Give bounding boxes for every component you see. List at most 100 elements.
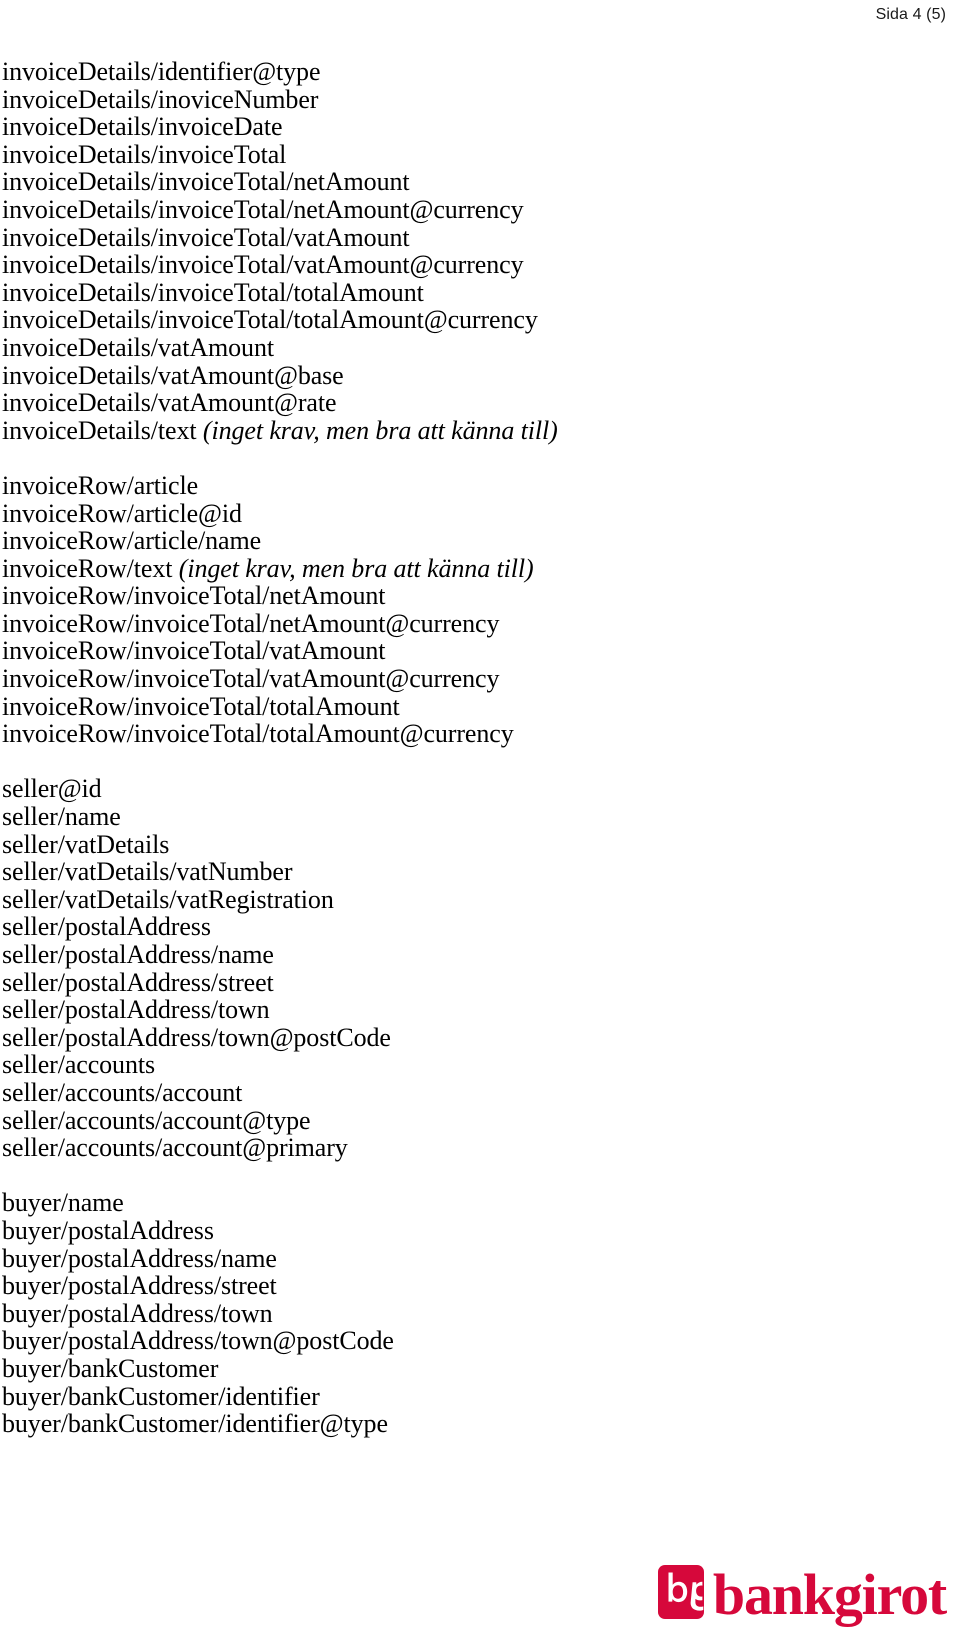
path-text: seller/accounts/account [2, 1077, 243, 1107]
path-line: invoiceRow/article@id [2, 498, 950, 528]
path-text: invoiceDetails/invoiceTotal/netAmount [2, 167, 410, 197]
path-text: invoiceRow/article [2, 470, 199, 500]
path-line: buyer/bankCustomer/identifier [2, 1381, 950, 1411]
path-text: invoiceRow/article@id [2, 498, 242, 528]
path-text: invoiceRow/invoiceTotal/netAmount [2, 581, 386, 611]
path-line: invoiceDetails/invoiceTotal/vatAmount [2, 222, 950, 252]
path-text: invoiceRow/invoiceTotal/vatAmount@curren… [2, 664, 500, 694]
path-group-invoice-row: invoiceRow/article invoiceRow/article@id i… [2, 472, 950, 748]
path-line: invoiceRow/invoiceTotal/vatAmount@curren… [2, 665, 950, 693]
path-line: seller/accounts/account@type [2, 1105, 950, 1135]
path-text: buyer/bankCustomer/identifier@type [2, 1409, 388, 1439]
path-text: invoiceDetails/invoiceTotal [2, 139, 287, 169]
path-line: invoiceRow/text (inget krav, men bra att… [2, 553, 950, 583]
path-text: buyer/name [2, 1188, 124, 1218]
path-line: seller/postalAddress/town@postCode [2, 1022, 950, 1052]
path-text: buyer/bankCustomer/identifier [2, 1381, 320, 1411]
path-text: invoiceDetails/identifier@type [2, 57, 321, 86]
path-line: invoiceRow/invoiceTotal/netAmount@curren… [2, 610, 950, 638]
path-line: seller/vatDetails [2, 829, 950, 859]
path-line: invoiceDetails/invoiceTotal/totalAmount [2, 277, 950, 307]
path-text: seller/postalAddress/street [2, 967, 274, 997]
path-text: buyer/postalAddress/street [2, 1271, 277, 1301]
path-text: invoiceDetails/inoviceNumber [2, 84, 319, 114]
path-text: seller/accounts [2, 1050, 155, 1080]
path-line: seller/accounts/account [2, 1079, 950, 1107]
path-line: invoiceDetails/invoiceTotal/vatAmount@cu… [2, 251, 950, 279]
path-line: seller/vatDetails/vatNumber [2, 858, 950, 886]
path-line: seller/vatDetails/vatRegistration [2, 886, 950, 914]
path-line: invoiceDetails/vatAmount@rate [2, 389, 950, 417]
bankgirot-wordmark: bankgirot [712, 1562, 947, 1627]
path-line: invoiceDetails/invoiceDate [2, 113, 950, 141]
path-text: buyer/bankCustomer [2, 1353, 219, 1383]
path-text: buyer/postalAddress/name [2, 1243, 277, 1273]
path-text: buyer/postalAddress/town [2, 1298, 273, 1328]
path-text: invoiceDetails/invoiceTotal/netAmount@cu… [2, 194, 524, 224]
path-text: invoiceDetails/invoiceTotal/vatAmount [2, 222, 410, 252]
path-line: invoiceDetails/vatAmount@base [2, 361, 950, 390]
path-line: invoiceRow/invoiceTotal/totalAmount [2, 691, 950, 721]
path-text: invoiceRow/invoiceTotal/totalAmount@curr… [2, 719, 514, 749]
path-line: seller/postalAddress/street [2, 967, 950, 997]
path-text: seller/accounts/account@type [2, 1105, 311, 1135]
path-line: invoiceRow/article/name [2, 527, 950, 555]
path-text: invoiceRow/invoiceTotal/totalAmount [2, 691, 400, 721]
xml-path-listing: invoiceDetails/identifier@type invoiceDet… [2, 58, 950, 1438]
path-text: invoiceRow/text [2, 553, 179, 583]
path-line: buyer/postalAddress/town [2, 1298, 950, 1328]
page-header: Sida 4 (5) [0, 0, 960, 34]
path-text: seller@id [2, 774, 102, 804]
path-text: buyer/postalAddress [2, 1215, 214, 1245]
path-line: buyer/postalAddress [2, 1217, 950, 1245]
path-text: seller/postalAddress/name [2, 940, 274, 969]
path-text: invoiceDetails/vatAmount@rate [2, 388, 337, 418]
path-line: buyer/postalAddress/street [2, 1272, 950, 1300]
path-text: seller/accounts/account@primary [2, 1133, 348, 1163]
path-group-buyer: buyer/name buyer/postalAddress buyer/posta… [2, 1189, 950, 1437]
path-text: seller/vatDetails [2, 829, 170, 859]
path-line: invoiceDetails/inoviceNumber [2, 84, 950, 114]
path-line: buyer/postalAddress/name [2, 1243, 950, 1273]
path-text: invoiceRow/invoiceTotal/netAmount@curren… [2, 608, 500, 638]
path-line: invoiceRow/article [2, 472, 950, 500]
path-line: seller/postalAddress/name [2, 941, 950, 969]
path-text: seller/postalAddress/town@postCode [2, 1022, 391, 1052]
path-line: invoiceDetails/invoiceTotal/totalAmount@… [2, 306, 950, 334]
path-line: invoiceDetails/invoiceTotal [2, 139, 950, 169]
path-line: seller/postalAddress [2, 913, 950, 941]
page-footer: bankgirot [0, 1509, 960, 1639]
path-line: seller@id [2, 775, 950, 803]
path-line: invoiceDetails/identifier@type [2, 58, 950, 86]
path-line: invoiceRow/invoiceTotal/netAmount [2, 582, 950, 610]
path-group-seller: seller@id seller/name seller/vatDetails sel… [2, 775, 950, 1161]
path-text: invoiceRow/invoiceTotal/vatAmount [2, 636, 386, 666]
path-text: invoiceRow/article/name [2, 526, 262, 556]
path-line: buyer/name [2, 1189, 950, 1217]
path-text: buyer/postalAddress/town@postCode [2, 1326, 394, 1356]
path-group-invoice-details: invoiceDetails/identifier@type invoiceDet… [2, 58, 950, 444]
path-line: seller/name [2, 803, 950, 831]
page-number: Sida 4 (5) [875, 6, 946, 23]
path-text: seller/postalAddress [2, 912, 211, 942]
path-text: seller/vatDetails/vatNumber [2, 857, 293, 887]
path-line: invoiceDetails/text (inget krav, men bra… [2, 415, 950, 445]
path-line: seller/accounts/account@primary [2, 1134, 950, 1162]
path-text: invoiceDetails/vatAmount [2, 332, 274, 362]
path-line: buyer/bankCustomer [2, 1355, 950, 1383]
path-line: invoiceDetails/vatAmount [2, 334, 950, 362]
bankgirot-bg-monogram-icon [657, 1565, 704, 1619]
path-line: buyer/bankCustomer/identifier@type [2, 1410, 950, 1438]
path-text: invoiceDetails/invoiceTotal/totalAmount [2, 277, 424, 307]
path-line: invoiceRow/invoiceTotal/vatAmount [2, 637, 950, 665]
path-note: (inget krav, men bra att känna till) [202, 415, 558, 445]
path-text: seller/name [2, 802, 121, 832]
path-text: invoiceDetails/invoiceTotal/totalAmount@… [2, 305, 538, 335]
bankgirot-logo: bankgirot [657, 1562, 947, 1627]
path-text: seller/postalAddress/town [2, 995, 270, 1025]
path-text: invoiceDetails/text [2, 415, 203, 445]
path-note: (inget krav, men bra att känna till) [178, 553, 534, 583]
path-line: invoiceDetails/invoiceTotal/netAmount [2, 168, 950, 196]
path-text: invoiceDetails/invoiceTotal/vatAmount@cu… [2, 250, 524, 280]
path-line: buyer/postalAddress/town@postCode [2, 1327, 950, 1355]
